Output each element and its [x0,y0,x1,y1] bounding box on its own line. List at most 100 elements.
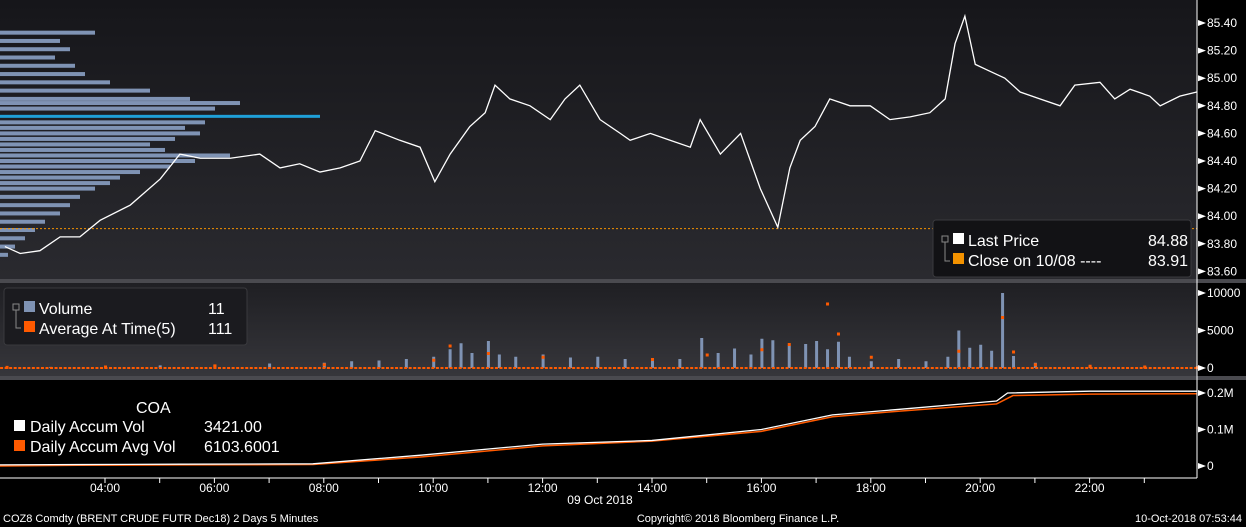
avg-volume-dot [322,363,326,367]
volume-bar [568,357,572,368]
volume-bar [623,359,627,368]
avg-volume-dot [971,367,975,369]
avg-volume-dot [540,367,544,369]
avg-volume-dot [486,352,490,355]
last-price-swatch [953,233,964,244]
avg-volume-dot [849,367,853,369]
volume-legend: Volume 11 Average At Time(5) 111 [3,287,248,346]
y-tick-label: 85.40 [1207,16,1237,30]
avg-volume-dot [336,367,340,369]
volume-profile-bar [0,252,8,257]
volume-profile-bar [0,47,70,52]
avg-volume-dot [787,343,791,346]
avg-volume-dot [1080,367,1084,369]
avg-volume-dot [417,367,421,369]
y-tick [1198,463,1206,469]
avg-volume-dot [390,367,394,369]
volume-profile-peak-bar [0,114,320,118]
volume-bar [459,343,463,368]
avg-volume-dot [31,367,35,369]
volume-profile-bar [0,120,205,125]
volume-profile-bar [0,80,110,85]
panel-divider[interactable] [0,279,1246,283]
avg-volume-dot [36,367,40,369]
accum-title: COA [136,400,171,417]
avg-volume-dot [5,365,9,369]
avg-volume-dot [86,367,90,369]
avg-volume-dot [1166,367,1170,369]
avg-volume-dot [985,367,989,369]
avg-volume-dot [322,367,326,369]
y-tick-label: 10000 [1207,286,1241,300]
volume-bar [700,338,704,368]
avg-volume-dot [404,367,408,369]
volume-profile-bar [0,186,95,191]
avg-volume-dot [1126,367,1130,369]
volume-bar [897,359,901,368]
avg-volume-dot [1107,367,1111,369]
avg-volume-dot [903,367,907,369]
avg-volume-dot [113,367,117,369]
x-tick-label: 20:00 [965,481,995,495]
avg-volume-dot [549,367,553,369]
avg-volume-dot [635,367,639,369]
avg-volume-dot [889,367,893,369]
avg-volume-dot [953,367,957,369]
avg-volume-dot [490,367,494,369]
volume-bar [847,356,851,368]
y-tick-label: 84.80 [1207,99,1237,113]
avg-volume-dot [508,367,512,369]
volume-bar [968,347,972,368]
avg-volume-dot [295,367,299,369]
avg-volume-dot [199,367,203,369]
volume-bar [514,356,518,368]
volume-profile-bar [0,159,195,163]
accum-avg-value: 6103.6001 [204,439,280,456]
avg-volume-dot [454,367,458,369]
avg-volume-dot [803,367,807,369]
avg-volume-dot [780,367,784,369]
volume-profile-bar [0,203,70,208]
avg-volume-dot [826,302,830,306]
avg-volume-dot [885,367,889,369]
volume-bar [804,344,808,368]
avg-volume-dot [277,367,281,369]
avg-volume-dot [585,367,589,369]
avg-volume-dot [99,367,103,369]
avg-volume-dot [267,367,271,369]
avg-volume-dot [876,367,880,369]
avg-volume-dot [77,367,81,369]
avg-volume-dot [308,367,312,369]
volume-profile-bar [0,101,240,106]
avg-volume-dot [785,367,789,369]
avg-volume-dot [236,367,240,369]
avg-volume-dot [1157,367,1161,369]
avg-volume-dot [1088,364,1092,368]
avg-volume-dot [181,367,185,369]
y-tick-label: 0 [1207,361,1214,375]
avg-volume-dot [708,367,712,369]
avg-volume-dot [27,367,31,369]
avg-volume-dot [444,367,448,369]
volume-profile-bar [0,147,165,152]
avg-volume-dot [240,367,244,369]
avg-volume-dot [871,367,875,369]
avg-volume-dot [63,367,67,369]
avg-value: 111 [208,321,232,338]
avg-volume-dot [921,367,925,369]
x-tick-label: 06:00 [199,481,229,495]
avg-volume-dot [957,349,961,353]
avg-volume-dot [1053,367,1057,369]
avg-volume-dot [231,367,235,369]
avg-volume-dot [721,367,725,369]
accum-panel [0,380,1197,478]
avg-volume-dot [1130,367,1134,369]
avg-volume-dot [449,367,453,369]
volume-profile-bar [0,72,85,77]
avg-volume-dot [672,367,676,369]
panel-divider[interactable] [0,376,1246,380]
avg-volume-dot [313,367,317,369]
avg-volume-dot [821,367,825,369]
avg-volume-dot [694,367,698,369]
volume-bar [815,341,819,368]
